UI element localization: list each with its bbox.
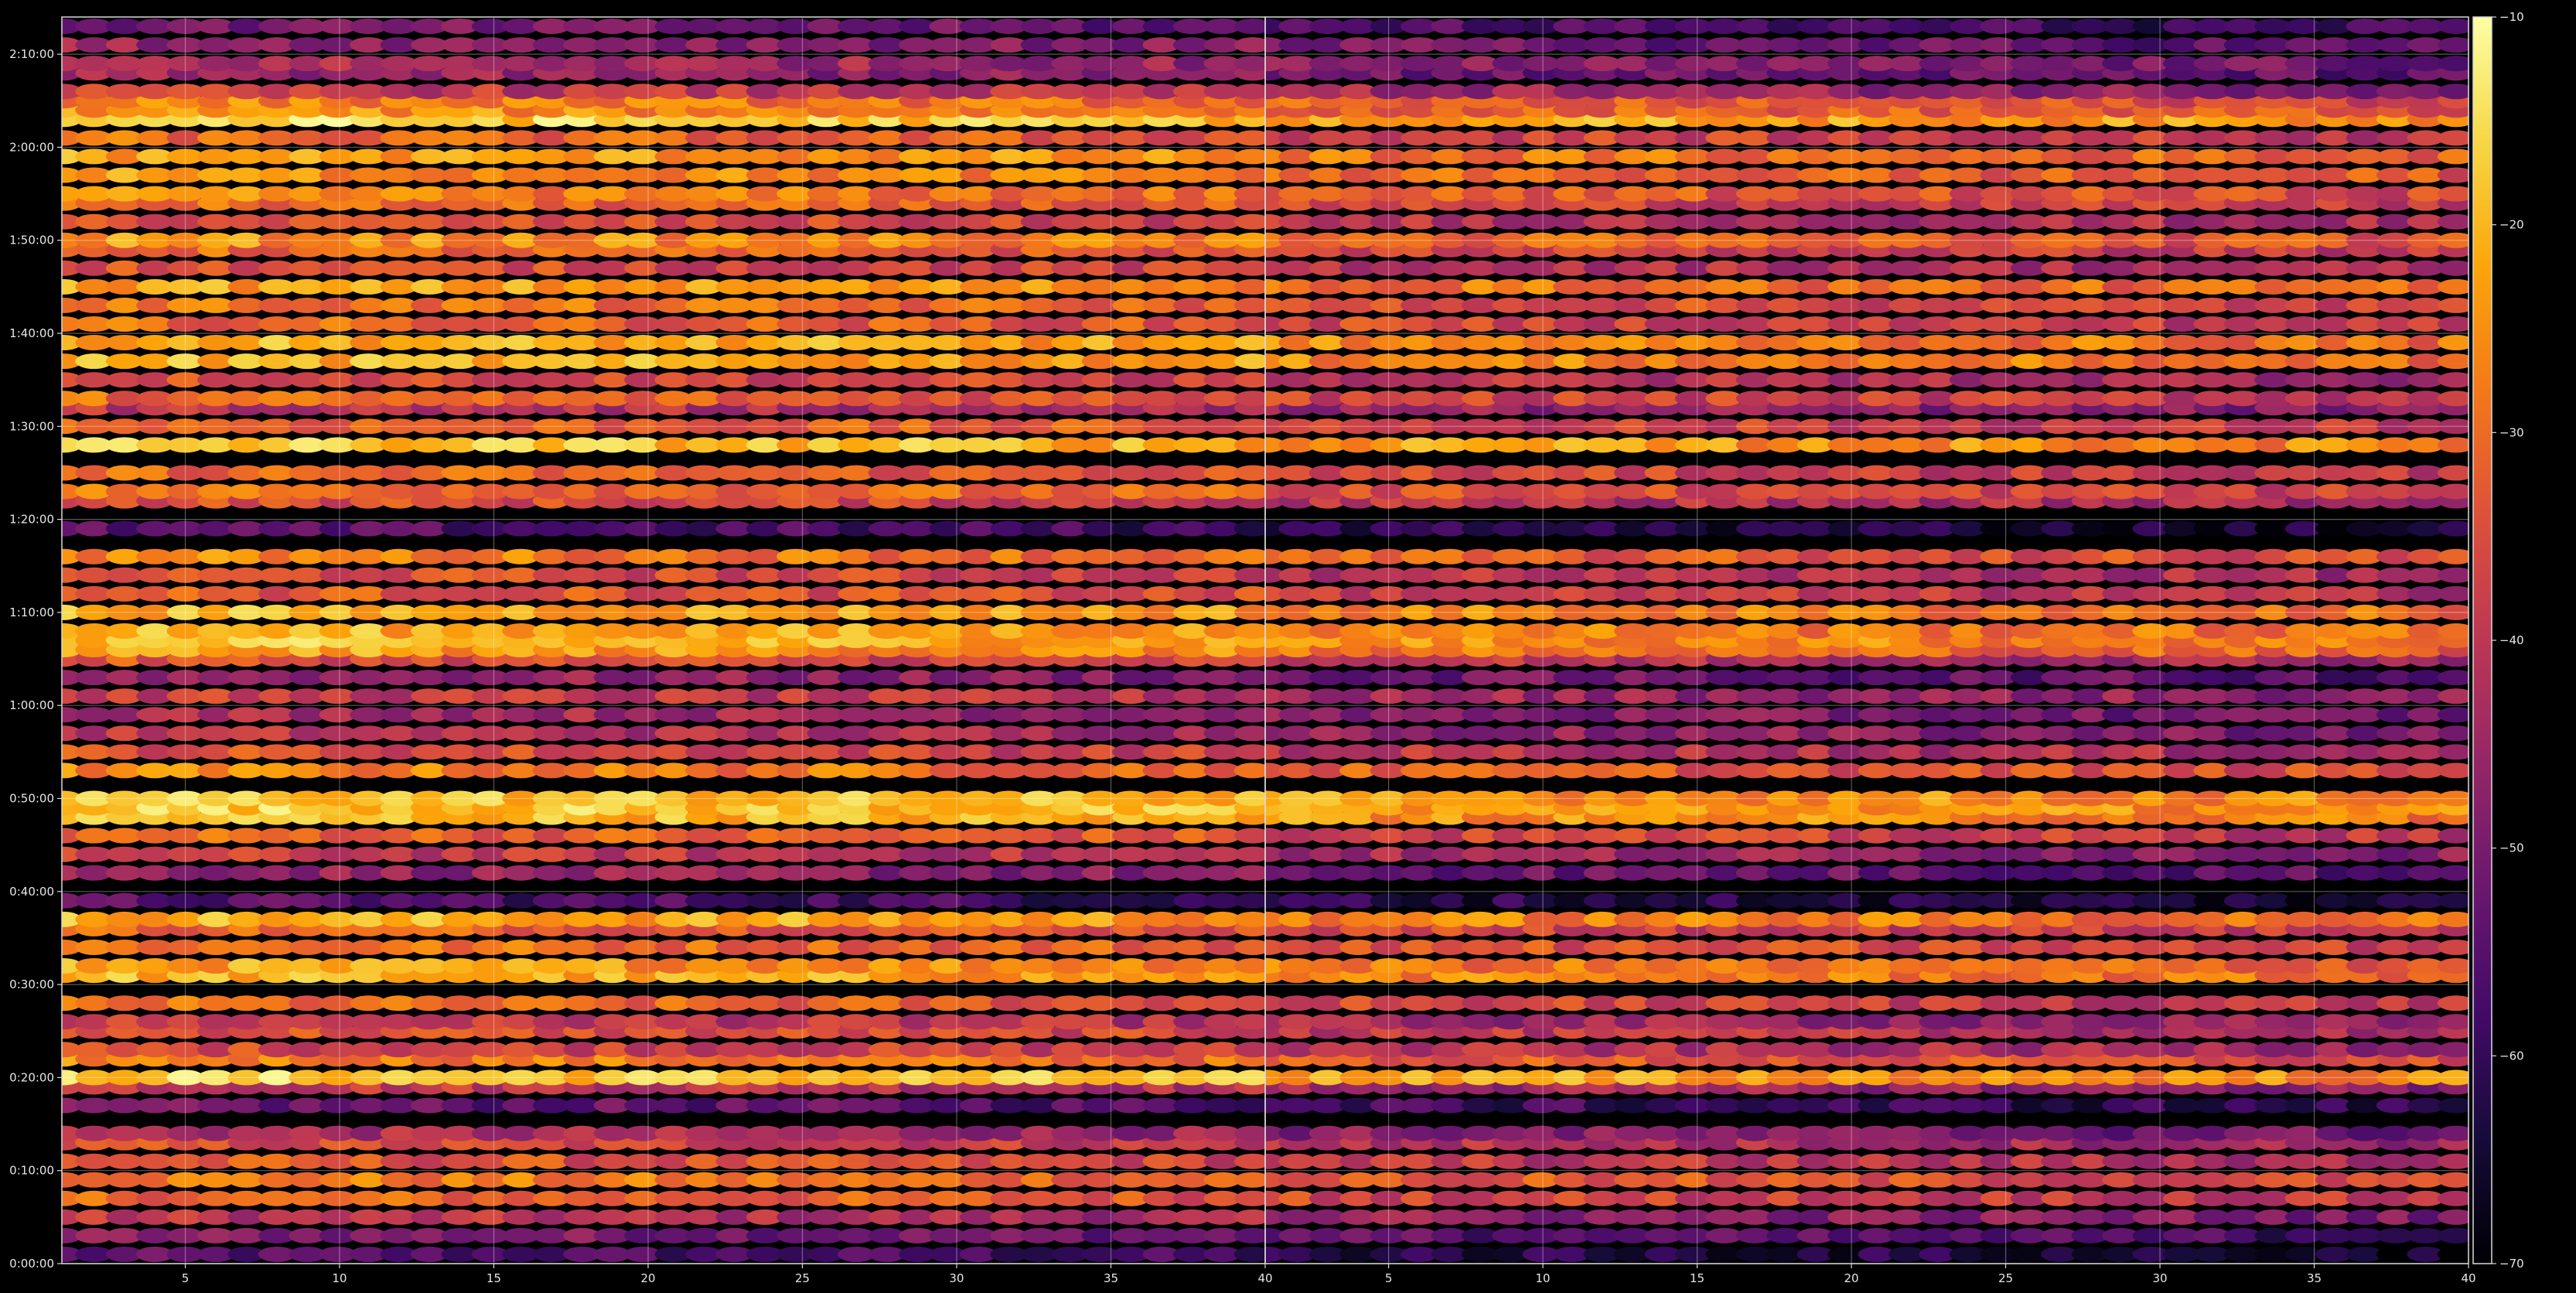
panel-right xyxy=(1265,19,2469,1262)
panel-left xyxy=(62,19,1265,1262)
spectrogram-chart: 5 10 15 20 25 30 35 40 5 10 15 20 25 30 35 400:00:000:1… xyxy=(0,0,2576,1293)
